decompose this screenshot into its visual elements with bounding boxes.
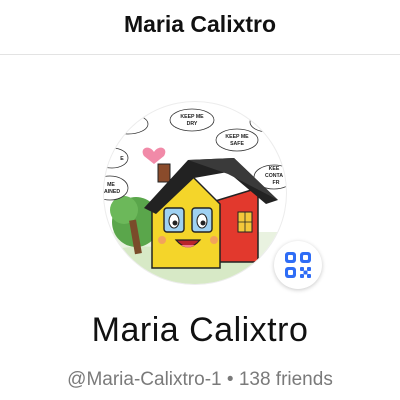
bubble-dry-text: KEEP ME	[180, 114, 204, 120]
profile-display-name: Maria Calixtro	[91, 311, 309, 349]
svg-text:SAFE: SAFE	[230, 141, 244, 147]
meta-separator: •	[226, 369, 234, 390]
bubble-safe-text: KEEP ME	[225, 134, 249, 140]
friends-count[interactable]: 138 friends	[239, 369, 333, 390]
svg-text:FR: FR	[273, 180, 280, 186]
heart-icon	[142, 147, 166, 164]
svg-text:E: E	[120, 156, 124, 162]
profile-username: @Maria-Calixtro-1	[67, 369, 222, 390]
svg-text:CONTA: CONTA	[265, 173, 283, 179]
svg-text:V: V	[260, 121, 264, 127]
svg-text:KEE: KEE	[269, 166, 280, 172]
svg-text:AINED: AINED	[104, 189, 120, 195]
page-title: Maria Calixtro	[123, 11, 277, 37]
qr-code-icon	[285, 252, 311, 278]
svg-text:ME: ME	[107, 182, 115, 188]
avatar[interactable]: KEEP ME DRY KEEP ME SAFE KEE CONTA FR E …	[104, 102, 286, 284]
avatar-illustration: KEEP ME DRY KEEP ME SAFE KEE CONTA FR E …	[104, 108, 286, 284]
top-bar: Maria Calixtro	[0, 0, 400, 55]
profile-meta: @Maria-Calixtro-1 • 138 friends	[0, 368, 400, 392]
svg-text:DRY: DRY	[187, 121, 198, 127]
profile-avatar-container[interactable]: KEEP ME DRY KEEP ME SAFE KEE CONTA FR E …	[104, 102, 286, 284]
qr-code-button[interactable]	[274, 241, 322, 289]
